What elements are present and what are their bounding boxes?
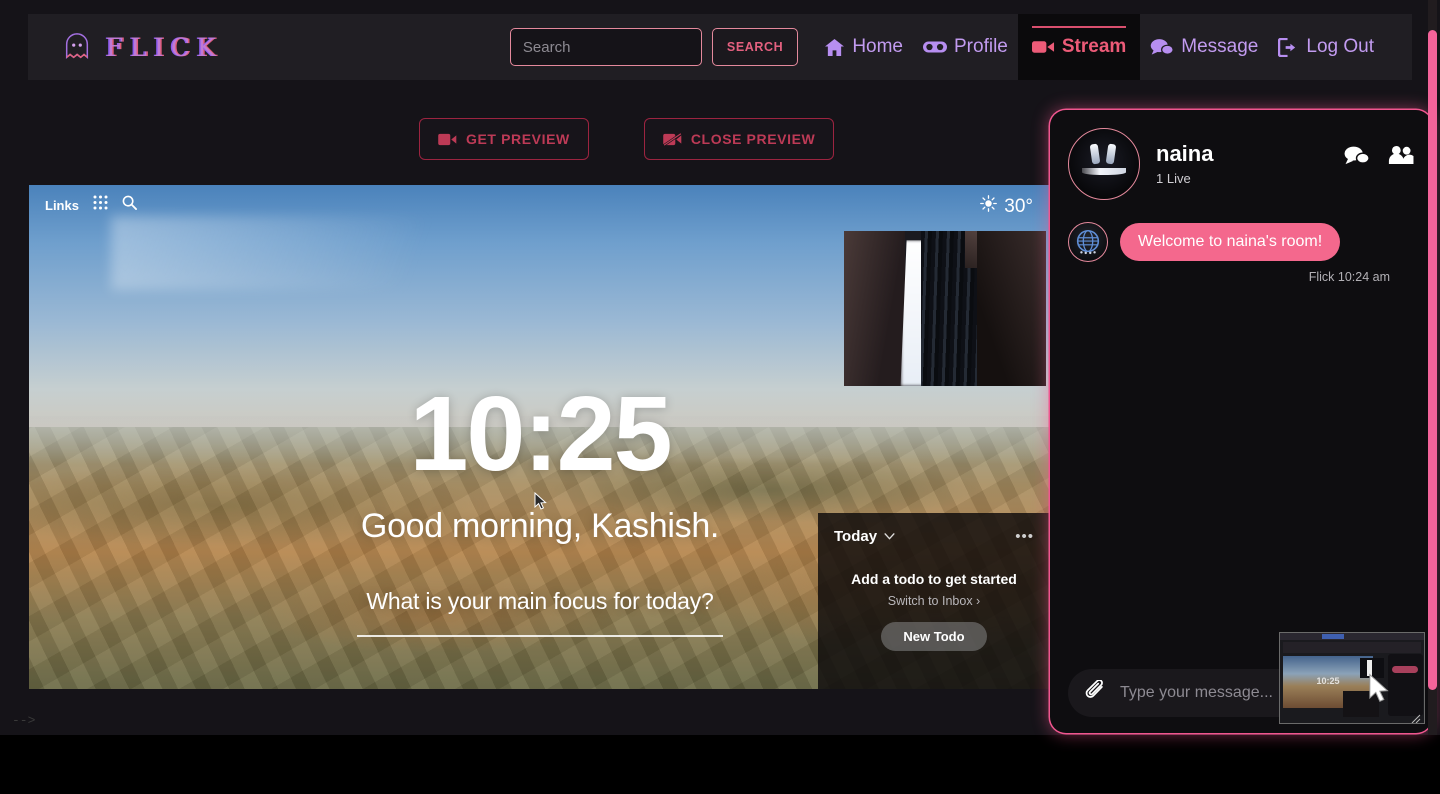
scrollbar-thumb[interactable]	[1428, 30, 1437, 690]
chat-header: naina 1 Live	[1050, 110, 1432, 200]
webcam-feed	[844, 231, 1046, 386]
chat-message: Welcome to naina's room!	[1068, 222, 1414, 262]
links-label[interactable]: Links	[45, 198, 79, 213]
chat-message-list: Welcome to naina's room! Flick 10:24 am	[1050, 200, 1432, 284]
close-preview-label: CLOSE PREVIEW	[690, 131, 816, 147]
nav-links: Home Profile Stream Message Log Out	[814, 14, 1384, 80]
resize-handle-icon[interactable]	[1411, 711, 1421, 723]
page-scrollbar[interactable]	[1428, 0, 1437, 735]
chat-live-status: 1 Live	[1156, 170, 1191, 186]
focus-input-underline[interactable]	[357, 635, 723, 637]
chat-header-icons	[1344, 145, 1414, 166]
home-icon	[824, 38, 845, 57]
video-camera-slash-icon	[662, 132, 682, 146]
avatar-mark-mouth	[1081, 168, 1127, 176]
mouse-cursor-icon	[534, 491, 547, 515]
nav-link-message-label: Message	[1181, 36, 1259, 57]
video-camera-icon	[438, 133, 457, 146]
globe-icon	[1068, 222, 1108, 262]
video-icon	[1031, 39, 1055, 55]
newtab-topbar: Links	[29, 185, 1051, 225]
close-preview-button[interactable]: CLOSE PREVIEW	[643, 118, 835, 160]
todo-widget: Today ••• Add a todo to get started Swit…	[818, 513, 1050, 689]
nav-link-message[interactable]: Message	[1140, 14, 1268, 80]
nav-link-logout[interactable]: Log Out	[1268, 14, 1384, 80]
stray-html-comment: -->	[12, 713, 36, 728]
logout-icon	[1278, 37, 1299, 57]
brand-logo[interactable]: FLICK	[62, 32, 223, 62]
app-page: FLICK SEARCH Home	[0, 0, 1440, 735]
search-icon[interactable]	[122, 195, 137, 215]
chat-message-bubble: Welcome to naina's room!	[1120, 223, 1341, 261]
get-preview-button[interactable]: GET PREVIEW	[419, 118, 589, 160]
nav-link-stream[interactable]: Stream	[1017, 14, 1141, 80]
weather-widget: 30°	[980, 195, 1033, 218]
webcam-room-left	[844, 231, 905, 386]
nav-link-stream-label: Stream	[1061, 36, 1127, 57]
chat-user-name: naina	[1156, 141, 1214, 167]
people-icon[interactable]	[1388, 145, 1414, 165]
nav-link-profile-label: Profile	[954, 36, 1008, 57]
chat-message-meta: Flick 10:24 am	[1308, 270, 1390, 284]
pip-chat-thumb	[1388, 654, 1423, 716]
pip-navbar	[1283, 642, 1421, 653]
clock-display: 10:25	[409, 375, 672, 493]
nav-link-home-label: Home	[852, 36, 903, 57]
webcam-room-right	[977, 231, 1046, 386]
todo-title[interactable]: Today	[834, 528, 877, 545]
avatar-mark-left	[1090, 143, 1101, 165]
pip-cursor-icon	[1368, 673, 1390, 708]
apps-grid-icon[interactable]	[93, 195, 108, 215]
navbar-right: SEARCH Home	[509, 14, 1412, 80]
gamepad-icon	[923, 39, 947, 55]
avatar[interactable]	[1068, 128, 1140, 200]
nav-link-profile[interactable]: Profile	[913, 14, 1018, 80]
paperclip-icon[interactable]	[1084, 678, 1106, 707]
chat-bubbles-icon[interactable]	[1344, 145, 1370, 166]
pip-browser-bar	[1280, 633, 1424, 640]
sun-icon	[980, 195, 998, 218]
nav-link-logout-label: Log Out	[1306, 36, 1374, 57]
search-button[interactable]: SEARCH	[711, 28, 799, 66]
chevron-down-icon[interactable]	[884, 527, 895, 545]
stream-video[interactable]: Links 30° 10:25 Good morning, Kashish. W…	[29, 185, 1051, 689]
search-input[interactable]	[509, 28, 702, 66]
ellipsis-icon[interactable]: •••	[1015, 529, 1034, 544]
weather-temperature: 30°	[1004, 195, 1033, 217]
ghost-icon	[62, 32, 92, 62]
brand-name: FLICK	[106, 32, 223, 62]
preview-toolbar: GET PREVIEW CLOSE PREVIEW	[419, 118, 835, 160]
get-preview-label: GET PREVIEW	[466, 131, 570, 147]
avatar-mark-right	[1105, 143, 1117, 165]
todo-empty-text: Add a todo to get started	[851, 571, 1017, 587]
todo-switch-inbox-link[interactable]: Switch to Inbox ›	[834, 594, 1034, 608]
navbar: FLICK SEARCH Home	[28, 14, 1412, 80]
chat-user-info: naina 1 Live	[1156, 141, 1214, 186]
chat-icon	[1150, 38, 1175, 56]
nav-link-home[interactable]: Home	[814, 14, 913, 80]
todo-header: Today •••	[834, 527, 1034, 545]
new-todo-button[interactable]: New Todo	[881, 622, 987, 651]
picture-in-picture-window[interactable]	[1279, 632, 1425, 724]
